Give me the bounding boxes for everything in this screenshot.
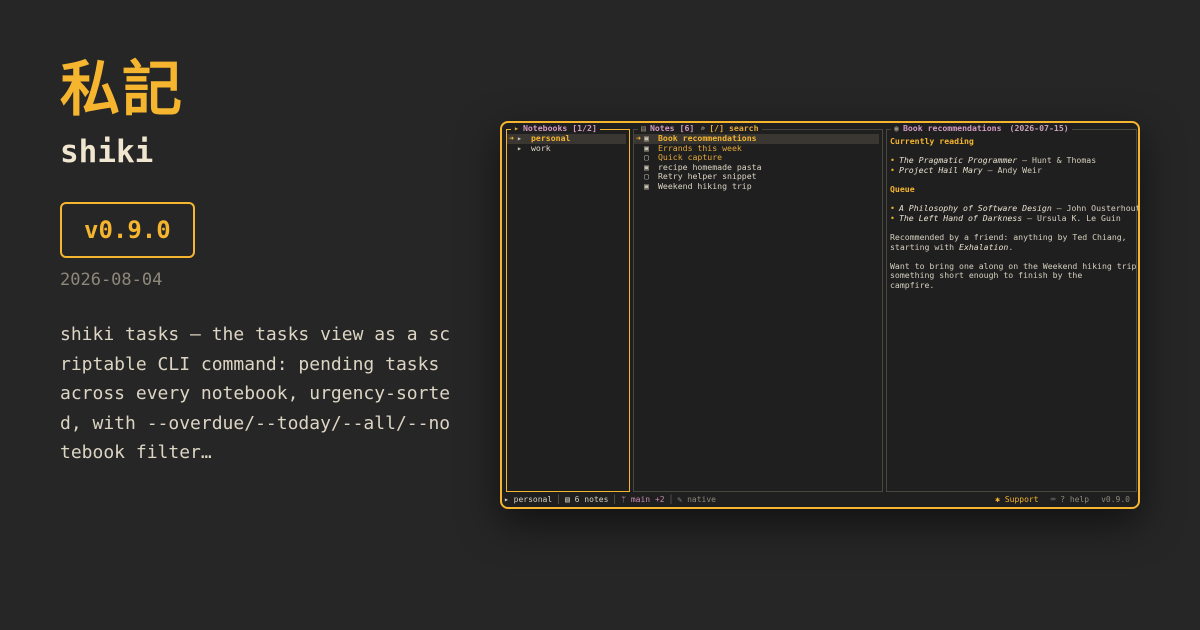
note-label: Book recommendations [658, 133, 757, 143]
note-icon: ▣ [644, 180, 649, 191]
status-version: v0.9.0 [1101, 495, 1130, 504]
notebook-label: personal [531, 133, 571, 143]
note-label: Quick capture [658, 152, 723, 163]
heading-currently-reading: Currently reading [890, 136, 974, 146]
star-icon: ✱ [995, 495, 1000, 504]
release-date: 2026-08-04 [60, 270, 163, 290]
preview-content: Currently reading • The Pragmatic Program… [890, 136, 1138, 291]
note-item[interactable]: ▣ Weekend hiking trip [634, 180, 882, 192]
status-editor: ✎ native [677, 495, 716, 504]
version-badge: v0.9.0 [60, 202, 195, 258]
notes-pane[interactable]: ▤ Notes [6] ⌕ [/] search ➜ ▣ Book recommenda… [633, 123, 883, 492]
status-bar: ▸ personal │ ▤ 6 notes │ ᛘ main +2 │ ✎ native … [504, 494, 1130, 506]
note-label: Errands this week [658, 142, 742, 153]
pencil-icon: ✎ [677, 495, 683, 504]
notebook-item-personal[interactable]: ➜ ▸ personal [507, 133, 626, 144]
preview-pane-title: ◉ Book recommendations (2026-07-15) [891, 123, 1072, 134]
list-item: • The Left Hand of Darkness — Ursula K. L… [890, 212, 1121, 223]
note-list: ➜ ▣ Book recommendations ▣ Errands this we… [634, 133, 882, 192]
support-link[interactable]: ✱ Support [995, 495, 1038, 504]
eye-icon: ◉ [894, 123, 899, 133]
document-icon: ▤ [641, 123, 646, 133]
list-item: • Project Hail Mary — Andy Weir [890, 164, 1042, 175]
notebook-item-work[interactable]: ▸ work [507, 142, 629, 154]
search-icon: ⌕ [700, 123, 706, 133]
folder-icon: ▸ [514, 123, 519, 133]
paragraph-line: campfire. [890, 279, 935, 290]
app-name: shiki [60, 134, 154, 170]
help-shortcut[interactable]: ⌨ ? help [1051, 495, 1090, 504]
logo-kanji: 私記 [60, 55, 184, 125]
preview-pane[interactable]: ◉ Book recommendations (2026-07-15) Curren… [886, 123, 1138, 492]
notes-title-text: Notes [6] [649, 123, 695, 133]
release-description: shiki tasks — the tasks view as a script… [60, 324, 451, 463]
status-notebook: ▸ personal [504, 495, 553, 504]
hero-panel: 私記 shiki v0.9.0 2026-08-04 shiki tasks —… [60, 52, 460, 468]
status-right: ✱ Support ⌨ ? help v0.9.0 [995, 494, 1130, 506]
cursor-arrow-icon: ➜ [636, 133, 641, 143]
note-label: Weekend hiking trip [658, 180, 752, 191]
preview-title-text: Book recommendations [902, 123, 1002, 133]
status-git-branch: ᛘ main +2 [621, 495, 665, 504]
note-date: (2026-07-15) [1009, 123, 1069, 133]
status-note-count: ▤ 6 notes [565, 495, 609, 504]
notebooks-pane[interactable]: ▸ Notebooks [1/2] ➜ ▸ personal ▸ work [506, 123, 630, 492]
note-label: recipe homemade pasta [658, 161, 762, 172]
cursor-arrow-icon: ➜ [509, 133, 514, 143]
heading-queue: Queue [890, 183, 915, 194]
document-icon: ▤ [565, 495, 570, 504]
keyboard-icon: ⌨ [1050, 495, 1056, 504]
notebooks-title-text: Notebooks [1/2] [522, 123, 597, 133]
terminal-window: ▸ Notebooks [1/2] ➜ ▸ personal ▸ work ▤ Note… [500, 121, 1140, 509]
git-branch-icon: ᛘ [621, 495, 627, 504]
paragraph-line: starting with Exhalation. [890, 241, 1014, 252]
note-label: Retry helper snippet [658, 171, 757, 182]
notebook-list: ➜ ▸ personal ▸ work [507, 133, 629, 154]
search-shortcut[interactable]: [/] search [709, 123, 758, 133]
folder-icon: ▸ [504, 495, 509, 504]
folder-icon: ▸ [517, 142, 522, 153]
notebook-label: work [531, 142, 551, 153]
